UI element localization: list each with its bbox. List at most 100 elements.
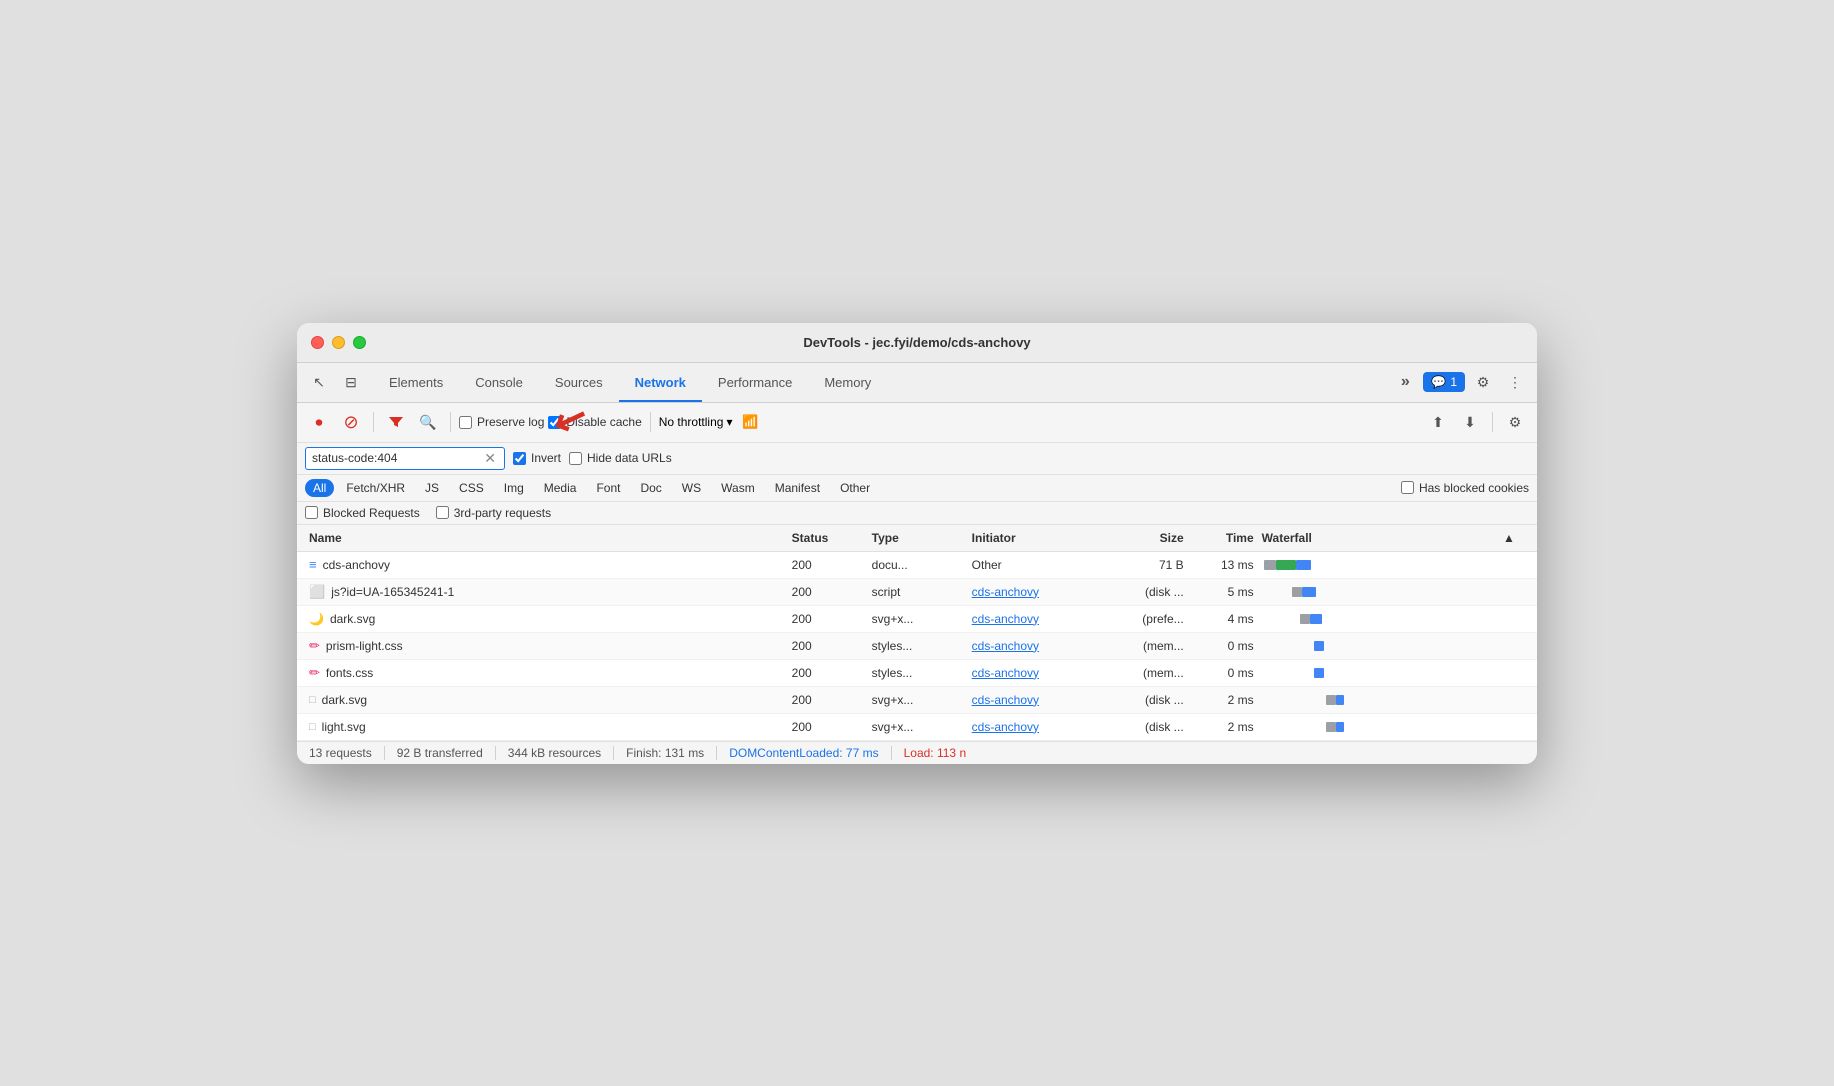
has-blocked-cookies-label[interactable]: Has blocked cookies [1401,481,1529,495]
close-button[interactable] [311,336,324,349]
filter-button[interactable] [382,409,410,435]
blocked-requests-label[interactable]: Blocked Requests [305,506,420,520]
clear-button[interactable]: ⊘ [337,409,365,435]
record-button[interactable]: ⏺ [305,409,333,435]
cell-status: 200 [788,715,868,739]
devtools-more-button[interactable]: ⋮ [1501,369,1529,395]
invert-checkbox[interactable] [513,452,526,465]
hide-data-urls-checkbox[interactable] [569,452,582,465]
type-btn-css[interactable]: CSS [451,479,492,497]
table-scroll-area[interactable]: ≡ cds-anchovy 200 docu... Other 71 B 13 … [297,552,1537,741]
hide-data-urls-text: Hide data URLs [587,451,672,465]
type-btn-other[interactable]: Other [832,479,878,497]
file-icon-svg: 🌙 [309,612,324,626]
export-har-button[interactable]: ⬇ [1456,409,1484,435]
disable-cache-checkbox[interactable] [548,416,561,429]
cell-name-text: fonts.css [326,666,373,680]
third-party-requests-checkbox[interactable] [436,506,449,519]
table-row[interactable]: 🌙 dark.svg 200 svg+x... cds-anchovy (pre… [297,606,1537,633]
cell-initiator[interactable]: cds-anchovy [968,715,1108,739]
search-input[interactable] [312,451,482,465]
type-btn-manifest[interactable]: Manifest [767,479,828,497]
tab-memory[interactable]: Memory [808,362,887,402]
col-header-name[interactable]: Name [305,525,788,551]
type-btn-all[interactable]: All [305,479,334,497]
cell-extra [1499,560,1529,570]
col-header-type[interactable]: Type [868,525,968,551]
cell-waterfall [1258,579,1499,605]
search-button[interactable]: 🔍 [414,409,442,435]
col-header-waterfall[interactable]: Waterfall [1258,525,1499,551]
type-btn-media[interactable]: Media [536,479,585,497]
cell-extra [1499,668,1529,678]
has-blocked-cookies-checkbox[interactable] [1401,481,1414,494]
preserve-log-text: Preserve log [477,415,544,429]
hide-data-urls-label[interactable]: Hide data URLs [569,451,672,465]
status-resources: 344 kB resources [496,746,614,760]
filter-row-2: Blocked Requests 3rd-party requests [297,502,1537,525]
type-btn-doc[interactable]: Doc [632,479,669,497]
cell-waterfall [1258,606,1499,632]
chat-button[interactable]: 💬 1 [1423,372,1465,392]
col-header-time[interactable]: Time [1188,525,1258,551]
col-header-status[interactable]: Status [788,525,868,551]
table-row[interactable]: ✏ fonts.css 200 styles... cds-anchovy (m… [297,660,1537,687]
more-tabs-button[interactable]: » [1391,369,1419,395]
network-settings-button[interactable]: ⚙ [1501,409,1529,435]
import-har-button[interactable]: ⬆ [1424,409,1452,435]
cell-time: 5 ms [1188,580,1258,604]
cell-size: 71 B [1108,553,1188,577]
table-row[interactable]: □ light.svg 200 svg+x... cds-anchovy (di… [297,714,1537,741]
tab-sources[interactable]: Sources [539,362,619,402]
tab-console[interactable]: Console [459,362,539,402]
cell-initiator: Other [968,553,1108,577]
type-btn-wasm[interactable]: Wasm [713,479,763,497]
col-header-initiator[interactable]: Initiator [968,525,1108,551]
throttle-select[interactable]: No throttling ▾ [659,415,733,429]
type-btn-js[interactable]: JS [417,479,447,497]
cell-size: (disk ... [1108,715,1188,739]
type-btn-fetch[interactable]: Fetch/XHR [338,479,413,497]
preserve-log-checkbox[interactable] [459,416,472,429]
invert-label[interactable]: Invert [513,451,561,465]
table-row[interactable]: □ dark.svg 200 svg+x... cds-anchovy (dis… [297,687,1537,714]
file-icon-script: ⬜ [309,584,325,600]
table-row[interactable]: ≡ cds-anchovy 200 docu... Other 71 B 13 … [297,552,1537,579]
cell-initiator[interactable]: cds-anchovy [968,634,1108,658]
table-row[interactable]: ⬜ js?id=UA-165345241-1 200 script cds-an… [297,579,1537,606]
preserve-log-label[interactable]: Preserve log [459,415,544,429]
network-conditions-button[interactable]: 📶 [736,409,764,435]
cell-initiator[interactable]: cds-anchovy [968,688,1108,712]
cell-status: 200 [788,661,868,685]
network-toolbar: ⏺ ⊘ 🔍 Preserve log Disable cache No thro… [297,403,1537,443]
clear-search-button[interactable]: ✕ [482,450,498,467]
toolbar-divider-3 [650,412,651,432]
cell-waterfall [1258,633,1499,659]
cell-name-text: cds-anchovy [323,558,390,572]
maximize-button[interactable] [353,336,366,349]
cell-initiator[interactable]: cds-anchovy [968,661,1108,685]
minimize-button[interactable] [332,336,345,349]
status-transferred: 92 B transferred [385,746,496,760]
type-btn-font[interactable]: Font [588,479,628,497]
devtools-settings-button[interactable]: ⚙ [1469,369,1497,395]
type-btn-img[interactable]: Img [496,479,532,497]
cell-initiator[interactable]: cds-anchovy [968,580,1108,604]
tab-performance[interactable]: Performance [702,362,808,402]
tab-network[interactable]: Network [619,362,702,402]
third-party-requests-label[interactable]: 3rd-party requests [436,506,551,520]
cell-initiator[interactable]: cds-anchovy [968,607,1108,631]
cell-name: □ light.svg [305,715,788,739]
cell-waterfall [1258,714,1499,740]
blocked-requests-checkbox[interactable] [305,506,318,519]
col-header-sort[interactable]: ▲ [1499,525,1529,551]
tab-elements[interactable]: Elements [373,362,459,402]
cell-type: styles... [868,661,968,685]
device-icon[interactable]: ⊟ [337,369,365,395]
table-row[interactable]: ✏ prism-light.css 200 styles... cds-anch… [297,633,1537,660]
col-header-size[interactable]: Size [1108,525,1188,551]
cursor-icon[interactable]: ↖ [305,369,333,395]
network-table-container: Name Status Type Initiator Size Time Wat… [297,525,1537,741]
disable-cache-label[interactable]: Disable cache [548,415,641,429]
type-btn-ws[interactable]: WS [674,479,709,497]
